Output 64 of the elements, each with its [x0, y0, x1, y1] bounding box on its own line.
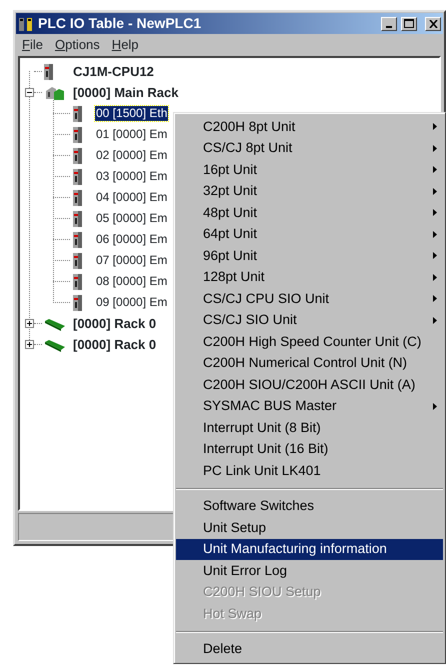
menu-item[interactable]: Software Switches: [176, 496, 443, 517]
tree-item[interactable]: [0000] Main Rack: [72, 85, 180, 100]
menu-item[interactable]: C200H SIOU/C200H ASCII Unit (A): [176, 374, 443, 396]
expand-icon[interactable]: [25, 340, 34, 349]
menu-item[interactable]: Help: [112, 35, 139, 55]
menu-item[interactable]: 128pt Unit: [176, 266, 443, 288]
plc-unit-icon: [44, 64, 53, 80]
menu-item[interactable]: File: [22, 35, 43, 55]
menu-item[interactable]: Unit Error Log: [176, 560, 443, 582]
menu-item[interactable]: Unit Manufacturing information: [176, 538, 443, 560]
menu-item[interactable]: 64pt Unit: [176, 224, 443, 245]
menu-item[interactable]: 32pt Unit: [176, 180, 443, 202]
menu-item[interactable]: SYSMAC BUS Master: [176, 396, 443, 417]
menu-item[interactable]: Unit Setup: [176, 517, 443, 538]
menu-item[interactable]: C200H Numerical Control Unit (N): [176, 352, 443, 374]
tree-item[interactable]: CJ1M-CPU12: [72, 64, 155, 79]
menu-item[interactable]: PC Link Unit LK401: [176, 460, 443, 482]
tree-item[interactable]: [0000] Rack 0: [72, 337, 158, 352]
maximize-button[interactable]: [401, 16, 417, 30]
plc-unit-icon: [73, 106, 82, 122]
minimize-icon: [386, 26, 392, 28]
menu-item[interactable]: Delete: [176, 638, 443, 660]
menu-item[interactable]: C200H 8pt Unit: [176, 116, 443, 138]
menu-item[interactable]: CS/CJ 8pt Unit: [176, 138, 443, 159]
collapse-icon[interactable]: [25, 88, 34, 97]
plc-unit-icon: [73, 148, 82, 164]
expansion-rack-icon: [44, 316, 66, 330]
tree-item[interactable]: 07 [0000] Em: [95, 253, 168, 268]
app-icon: [18, 16, 34, 32]
tree-item[interactable]: 06 [0000] Em: [95, 232, 168, 247]
expansion-rack-icon: [44, 338, 66, 352]
plc-unit-icon: [73, 232, 82, 248]
menu-item[interactable]: Interrupt Unit (16 Bit): [176, 438, 443, 460]
plc-unit-icon: [73, 190, 82, 206]
plc-unit-icon: [73, 252, 82, 268]
plc-unit-icon: [73, 126, 82, 142]
window-title: PLC IO Table - NewPLC1: [38, 14, 202, 33]
menu-item[interactable]: CS/CJ SIO Unit: [176, 310, 443, 331]
expand-icon[interactable]: [25, 319, 34, 328]
menu-item[interactable]: 16pt Unit: [176, 159, 443, 180]
tree-item[interactable]: 03 [0000] Em: [95, 169, 168, 184]
tree-item[interactable]: 09 [0000] Em: [95, 295, 168, 310]
plc-unit-icon: [73, 210, 82, 226]
menu-item[interactable]: CS/CJ CPU SIO Unit: [176, 288, 443, 310]
menu-item[interactable]: Options: [54, 35, 100, 55]
plc-unit-icon: [73, 294, 82, 310]
maximize-icon: [404, 19, 414, 28]
tree-item[interactable]: 05 [0000] Em: [95, 211, 168, 226]
minimize-button[interactable]: [381, 16, 397, 30]
plc-unit-icon: [73, 274, 82, 290]
menu-item[interactable]: C200H High Speed Counter Unit (C): [176, 331, 443, 352]
tree-item[interactable]: [0000] Rack 0: [72, 316, 158, 331]
tree-item[interactable]: 00 [1500] Eth: [95, 106, 168, 121]
menu-item[interactable]: 96pt Unit: [176, 245, 443, 266]
plc-unit-icon: [73, 168, 82, 184]
menu-item[interactable]: 48pt Unit: [176, 202, 443, 224]
close-icon: [428, 20, 438, 28]
tree-item[interactable]: 08 [0000] Em: [95, 274, 168, 289]
menu-item[interactable]: Interrupt Unit (8 Bit): [176, 417, 443, 438]
tree-item[interactable]: 02 [0000] Em: [95, 148, 168, 163]
close-button[interactable]: [425, 16, 441, 30]
rack-icon: [44, 84, 66, 100]
tree-item[interactable]: 04 [0000] Em: [95, 190, 168, 205]
tree-item[interactable]: 01 [0000] Em: [95, 127, 168, 142]
